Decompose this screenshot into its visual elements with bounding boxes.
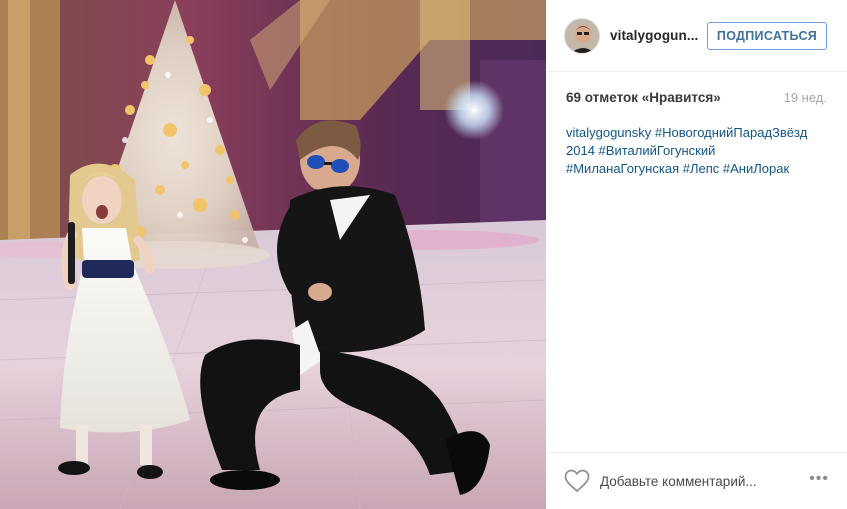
heart-outline-icon[interactable] — [564, 469, 590, 493]
post-caption: vitalygogunsky #НовогоднийПарадЗвёзд 201… — [566, 124, 832, 178]
hashtag-link[interactable]: #АниЛорак — [723, 161, 789, 176]
comment-input[interactable] — [600, 469, 800, 493]
hashtag-link[interactable]: #НовогоднийПарадЗвёзд — [655, 125, 807, 140]
avatar-photo-icon — [565, 19, 599, 53]
caption-author-link[interactable]: vitalygogunsky — [566, 125, 651, 140]
stage-photo-image — [0, 0, 546, 509]
likes-count[interactable]: 69 отметок «Нравится» — [566, 90, 721, 105]
post-age[interactable]: 19 нед. — [784, 90, 827, 105]
post-photo[interactable] — [0, 0, 546, 509]
hashtag-link-year[interactable]: 2014 — [566, 143, 595, 158]
author-username-link[interactable]: vitalygogun... — [610, 28, 698, 43]
more-options-icon[interactable]: ••• — [809, 471, 829, 487]
post-details-panel: vitalygogun... ПОДПИСАТЬСЯ 69 отметок «Н… — [546, 0, 847, 509]
follow-button[interactable]: ПОДПИСАТЬСЯ — [707, 22, 827, 50]
post-actions-bar: ••• — [546, 452, 847, 509]
hashtag-link[interactable]: #Лепс — [683, 161, 720, 176]
post-header: vitalygogun... ПОДПИСАТЬСЯ — [546, 0, 847, 72]
hashtag-link[interactable]: #ВиталийГогунский — [599, 143, 716, 158]
hashtag-link[interactable]: #МиланаГогунская — [566, 161, 679, 176]
instagram-post: vitalygogun... ПОДПИСАТЬСЯ 69 отметок «Н… — [0, 0, 847, 509]
avatar[interactable] — [564, 18, 600, 54]
